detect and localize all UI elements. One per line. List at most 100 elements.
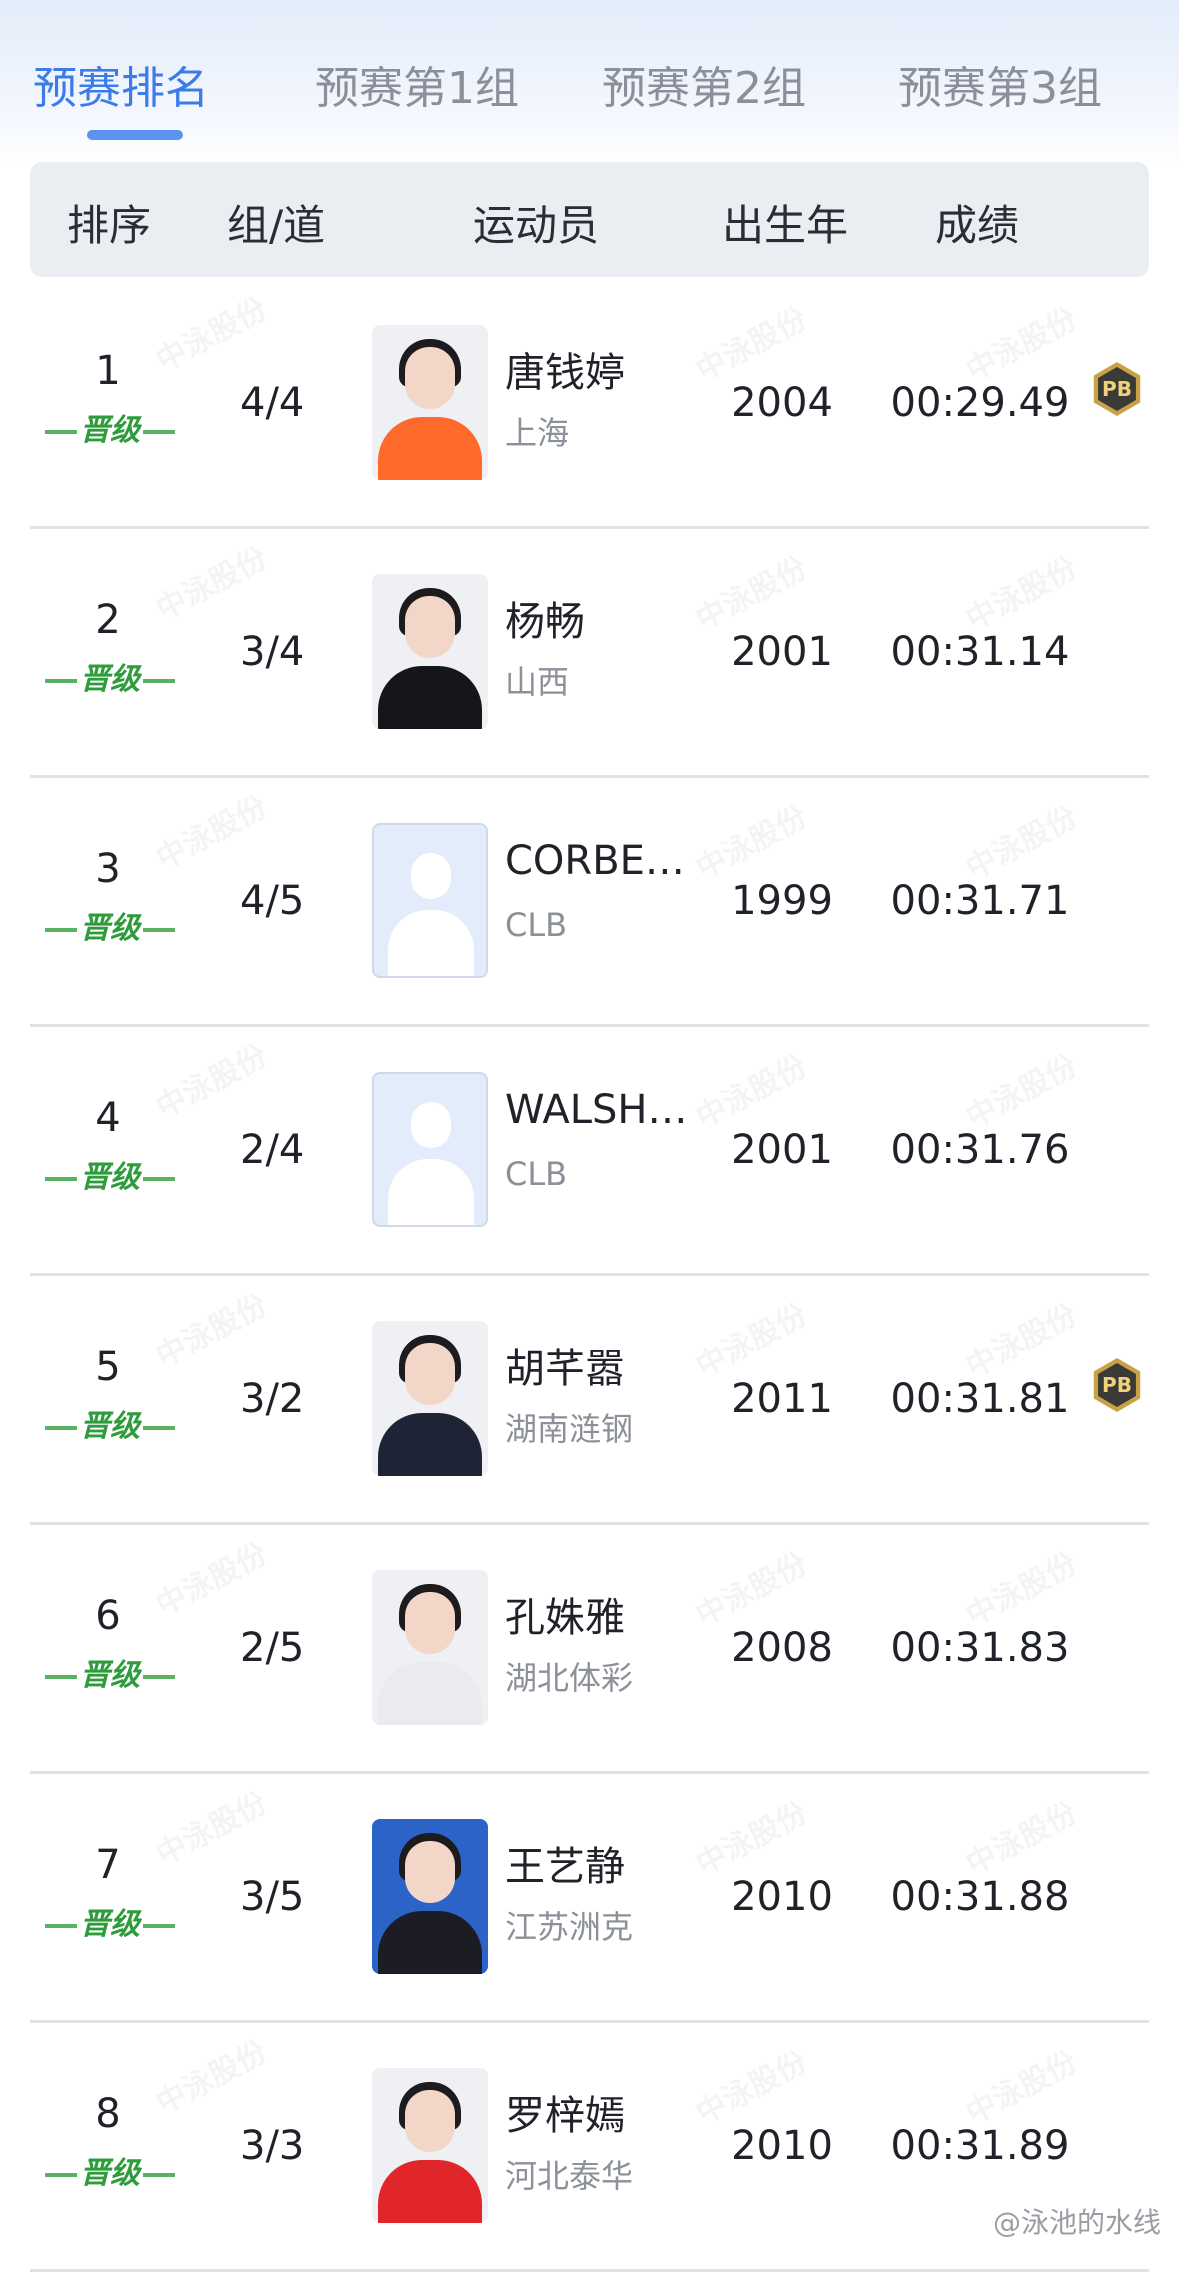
birth-year: 2004	[731, 380, 833, 426]
athlete-team: CLB	[505, 1155, 568, 1193]
table-row[interactable]: 3 晋级 4/5 CORBE… CLB 1999 00:31.71 中泳股份 中…	[0, 778, 1179, 1027]
qualified-label: 晋级	[80, 413, 140, 448]
watermark-text: 中泳股份	[687, 543, 814, 638]
qualified-label: 晋级	[80, 2156, 140, 2191]
birth-year: 2001	[731, 629, 833, 675]
athlete-name[interactable]: 孔姝雅	[505, 1585, 625, 1643]
avatar	[372, 325, 488, 480]
tab-bar: 预赛排名 预赛第1组 预赛第2组 预赛第3组	[0, 0, 1179, 160]
birth-year: 2011	[731, 1376, 833, 1422]
watermark-text: 中泳股份	[147, 1280, 274, 1375]
avatar-placeholder	[372, 1072, 488, 1227]
table-header: 排序 组/道 运动员 出生年 成绩	[30, 162, 1149, 277]
table-row[interactable]: 7 晋级 3/5 王艺静 江苏洲克 2010 00:31.88 中泳股份 中泳股…	[0, 1774, 1179, 2023]
rank-number: 8	[95, 2091, 121, 2137]
qualified-badge: 晋级	[45, 1653, 175, 1699]
watermark-text: 中泳股份	[957, 1788, 1084, 1883]
athlete-team: 江苏洲克	[505, 1908, 634, 1946]
header-athlete: 运动员	[473, 201, 600, 250]
watermark-text: 中泳股份	[687, 1041, 814, 1136]
athlete-name[interactable]: 唐钱婷	[505, 340, 625, 398]
qualified-badge: 晋级	[45, 408, 175, 454]
result-time: 00:31.71	[890, 878, 1070, 924]
tab-heat-3[interactable]: 预赛第3组	[898, 52, 1102, 116]
rank-number: 3	[95, 846, 121, 892]
qualified-label: 晋级	[80, 1907, 140, 1942]
rank-number: 7	[95, 1842, 121, 1888]
heat-lane: 4/5	[240, 878, 305, 924]
athlete-name[interactable]: 罗梓嫣	[505, 2083, 625, 2141]
result-time: 00:31.14	[890, 629, 1070, 675]
heat-lane: 3/4	[240, 629, 305, 675]
qualified-label: 晋级	[80, 1409, 140, 1444]
watermark-text: 中泳股份	[957, 294, 1084, 389]
watermark-text: 中泳股份	[687, 792, 814, 887]
heat-lane: 3/2	[240, 1376, 305, 1422]
qualified-badge: 晋级	[45, 2151, 175, 2197]
rank-number: 1	[95, 348, 121, 394]
athlete-team: CLB	[505, 906, 568, 944]
athlete-team: 上海	[505, 414, 570, 452]
table-row[interactable]: 5 晋级 3/2 胡芊嚣 湖南涟钢 2011 00:31.81 PB 中泳股份 …	[0, 1276, 1179, 1525]
birth-year: 2010	[731, 1874, 833, 1920]
watermark-text: 中泳股份	[687, 2037, 814, 2132]
heat-lane: 2/5	[240, 1625, 305, 1671]
athlete-name[interactable]: WALSH…	[505, 1087, 687, 1133]
qualified-badge: 晋级	[45, 1902, 175, 1948]
athlete-name[interactable]: 胡芊嚣	[505, 1336, 625, 1394]
header-rank: 排序	[67, 201, 152, 250]
table-row[interactable]: 6 晋级 2/5 孔姝雅 湖北体彩 2008 00:31.83 中泳股份 中泳股…	[0, 1525, 1179, 1774]
qualified-badge: 晋级	[45, 657, 175, 703]
watermark-text: 中泳股份	[957, 543, 1084, 638]
tab-heats-ranking[interactable]: 预赛排名	[33, 52, 209, 116]
athlete-name[interactable]: 杨畅	[505, 589, 585, 647]
heat-lane: 4/4	[240, 380, 305, 426]
qualified-badge: 晋级	[45, 1155, 175, 1201]
pb-badge-icon: PB	[1093, 1358, 1141, 1412]
result-time: 00:31.89	[890, 2123, 1070, 2169]
avatar	[372, 2068, 488, 2223]
watermark-text: 中泳股份	[687, 1539, 814, 1634]
table-row[interactable]: 4 晋级 2/4 WALSH… CLB 2001 00:31.76 中泳股份 中…	[0, 1027, 1179, 1276]
header-lane: 组/道	[227, 201, 326, 250]
heat-lane: 2/4	[240, 1127, 305, 1173]
avatar	[372, 1819, 488, 1974]
athlete-name[interactable]: CORBE…	[505, 838, 685, 884]
athlete-team: 河北泰华	[505, 2157, 634, 2195]
watermark-text: 中泳股份	[957, 2037, 1084, 2132]
watermark-text: 中泳股份	[687, 294, 814, 389]
birth-year: 2001	[731, 1127, 833, 1173]
qualified-badge: 晋级	[45, 1404, 175, 1450]
table-row[interactable]: 1 晋级 4/4 唐钱婷 上海 2004 00:29.49 PB 中泳股份 中泳…	[0, 280, 1179, 529]
avatar-head-icon	[411, 853, 451, 899]
watermark-text: 中泳股份	[147, 1031, 274, 1126]
avatar	[372, 574, 488, 729]
birth-year: 1999	[731, 878, 833, 924]
pb-badge-icon: PB	[1093, 362, 1141, 416]
rank-number: 4	[95, 1095, 121, 1141]
athlete-team: 湖南涟钢	[505, 1410, 634, 1448]
tab-heat-2[interactable]: 预赛第2组	[602, 52, 806, 116]
athlete-name[interactable]: 王艺静	[505, 1834, 625, 1892]
table-row[interactable]: 2 晋级 3/4 杨畅 山西 2001 00:31.14 中泳股份 中泳股份 中…	[0, 529, 1179, 778]
avatar-body-icon	[388, 910, 474, 976]
rank-number: 6	[95, 1593, 121, 1639]
watermark-text: 中泳股份	[147, 284, 274, 379]
watermark-text: 中泳股份	[957, 792, 1084, 887]
birth-year: 2010	[731, 2123, 833, 2169]
watermark-text: 中泳股份	[147, 533, 274, 628]
tab-heat-1[interactable]: 预赛第1组	[315, 52, 519, 116]
rank-number: 5	[95, 1344, 121, 1390]
heat-lane: 3/5	[240, 1874, 305, 1920]
birth-year: 2008	[731, 1625, 833, 1671]
result-time: 00:31.88	[890, 1874, 1070, 1920]
avatar-head-icon	[411, 1102, 451, 1148]
watermark-text: 中泳股份	[147, 782, 274, 877]
result-time: 00:31.81	[890, 1376, 1070, 1422]
watermark-text: 中泳股份	[957, 1290, 1084, 1385]
qualified-label: 晋级	[80, 1160, 140, 1195]
qualified-label: 晋级	[80, 1658, 140, 1693]
qualified-badge: 晋级	[45, 906, 175, 952]
results-list: 1 晋级 4/4 唐钱婷 上海 2004 00:29.49 PB 中泳股份 中泳…	[0, 280, 1179, 2272]
watermark-text: 中泳股份	[147, 1529, 274, 1624]
